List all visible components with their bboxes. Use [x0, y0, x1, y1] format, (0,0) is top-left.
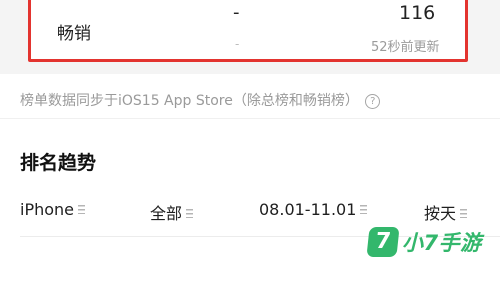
filter-device-label: iPhone — [20, 200, 75, 219]
highlighted-ranking-row: 畅销 - - 116 52秒前更新 — [28, 0, 468, 62]
menu-icon — [360, 205, 368, 214]
filter-granularity-label: 按天 — [424, 204, 457, 223]
chart-type-label: 畅销 — [57, 24, 91, 44]
section-title: 排名趋势 — [20, 152, 97, 174]
filter-category-label: 全部 — [150, 204, 183, 223]
divider — [0, 118, 500, 119]
ranking-value-sub: - — [235, 37, 240, 51]
ranking-value: - — [233, 2, 240, 23]
menu-icon — [78, 205, 86, 214]
filter-date-range-label: 08.01-11.01 — [259, 200, 357, 219]
filter-granularity[interactable]: 按天 — [424, 200, 468, 224]
filter-device[interactable]: iPhone — [20, 200, 86, 219]
help-icon[interactable]: ? — [365, 94, 381, 109]
watermark-logo-icon: 7 — [366, 227, 400, 257]
update-time-note: 52秒前更新 — [371, 40, 440, 55]
rank-number: 116 — [399, 2, 436, 24]
sync-note-text: 榜单数据同步于iOS15 App Store（除总榜和畅销榜） — [20, 93, 359, 109]
watermark-text: 小7手游 — [402, 231, 482, 255]
watermark: 7 小7手游 — [366, 226, 482, 258]
menu-icon — [186, 209, 194, 218]
filter-date-range[interactable]: 08.01-11.01 — [259, 200, 368, 219]
sync-note: 榜单数据同步于iOS15 App Store（除总榜和畅销榜） ? — [20, 90, 381, 110]
menu-icon — [460, 209, 468, 218]
filter-category[interactable]: 全部 — [150, 200, 194, 224]
